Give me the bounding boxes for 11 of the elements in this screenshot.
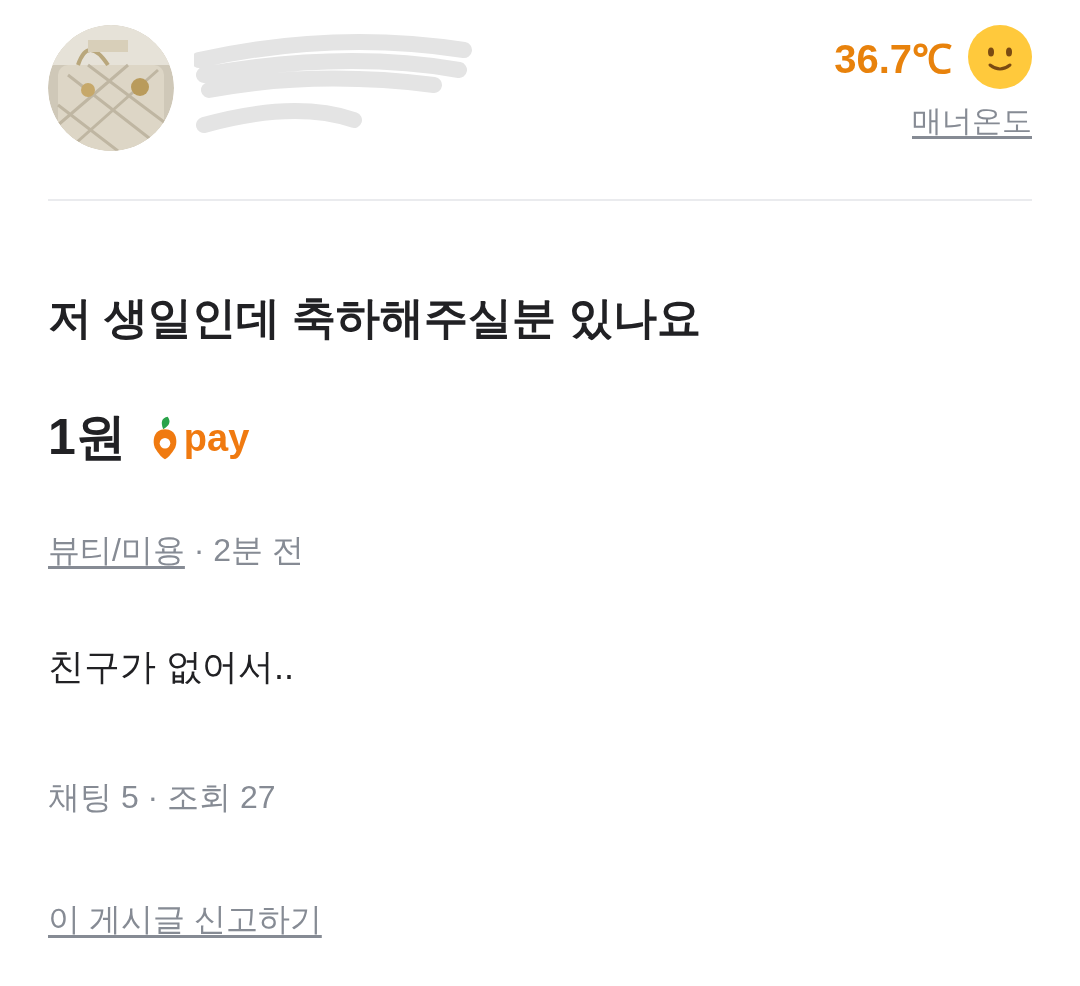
pay-label: pay — [183, 418, 250, 457]
post-time: · 2분 전 — [192, 532, 304, 568]
post-body: 친구가 없어서.. — [48, 645, 295, 689]
post-stats: 채팅 5 · 조회 27 — [48, 778, 277, 817]
category-link[interactable]: 뷰티/미용 — [48, 532, 185, 568]
smiley-face-icon — [968, 25, 1032, 89]
manner-temperature-link[interactable]: 매너온도 — [912, 101, 1032, 142]
temperature: 36.7℃ — [834, 35, 952, 83]
post-title: 저 생일인데 축하해주실분 있나요 — [48, 292, 702, 344]
report-link[interactable]: 이 게시글 신고하기 — [48, 901, 322, 937]
price: 1원 — [48, 408, 126, 467]
